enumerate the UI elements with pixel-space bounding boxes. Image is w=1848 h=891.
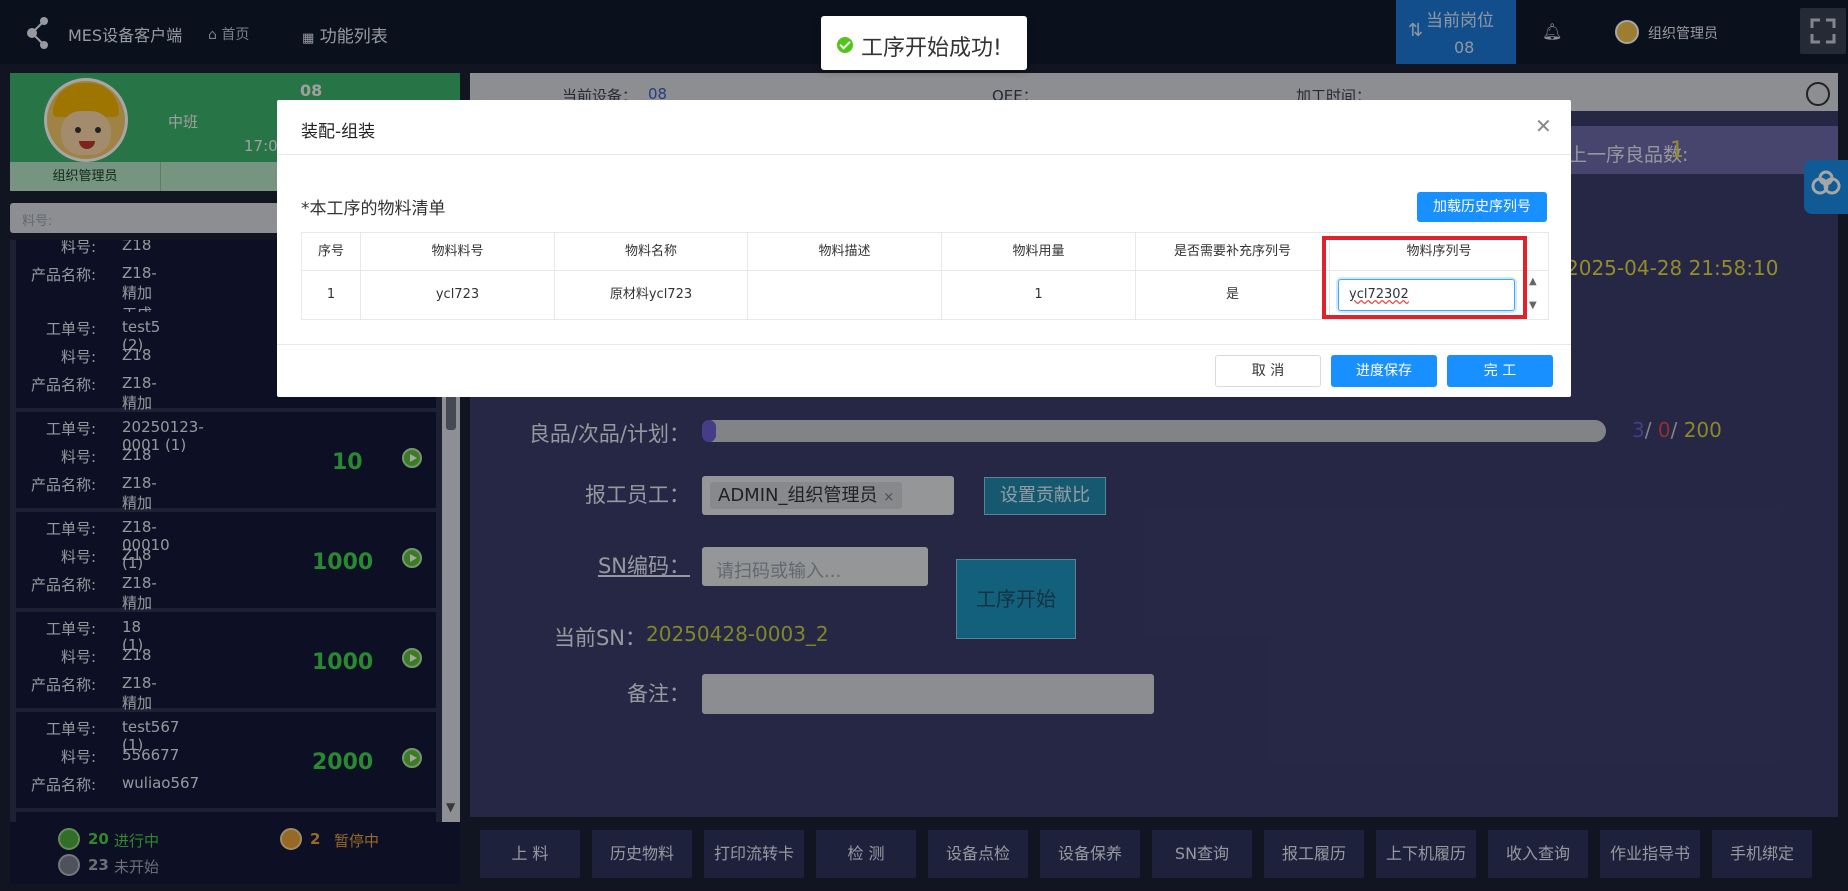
serial-column-highlight	[1322, 236, 1527, 319]
assembly-modal: 装配-组装 ✕ *本工序的物料清单 加载历史序列号 序号 物料料号 物料名称 物…	[277, 100, 1571, 397]
toast-message: 工序开始成功!	[861, 36, 1002, 61]
check-circle-icon	[837, 37, 853, 53]
table-cell: 1	[302, 271, 361, 319]
table-cell: 是	[1136, 271, 1330, 319]
col-header: 物料描述	[748, 233, 942, 271]
progress-save-button[interactable]: 进度保存	[1331, 355, 1437, 387]
close-icon[interactable]: ✕	[1535, 114, 1552, 138]
col-header: 物料用量	[942, 233, 1136, 271]
scroll-down-icon[interactable]: ▼	[1529, 300, 1537, 311]
cancel-button[interactable]: 取 消	[1215, 355, 1321, 387]
col-header: 是否需要补充序列号	[1136, 233, 1330, 271]
table-cell: ycl723	[361, 271, 555, 319]
modal-title: 装配-组装	[301, 122, 376, 142]
scroll-up-icon[interactable]: ▲	[1529, 276, 1537, 287]
table-cell: 1	[942, 271, 1136, 319]
success-toast: 工序开始成功!	[821, 16, 1027, 70]
col-header: 序号	[302, 233, 361, 271]
finish-button[interactable]: 完 工	[1447, 355, 1553, 387]
col-header: 物料名称	[555, 233, 748, 271]
load-history-serial-button[interactable]: 加载历史序列号	[1417, 192, 1547, 222]
material-list-title: *本工序的物料清单	[301, 199, 446, 219]
table-cell: 原材料ycl723	[555, 271, 748, 319]
col-header: 物料料号	[361, 233, 555, 271]
table-cell	[748, 271, 942, 319]
